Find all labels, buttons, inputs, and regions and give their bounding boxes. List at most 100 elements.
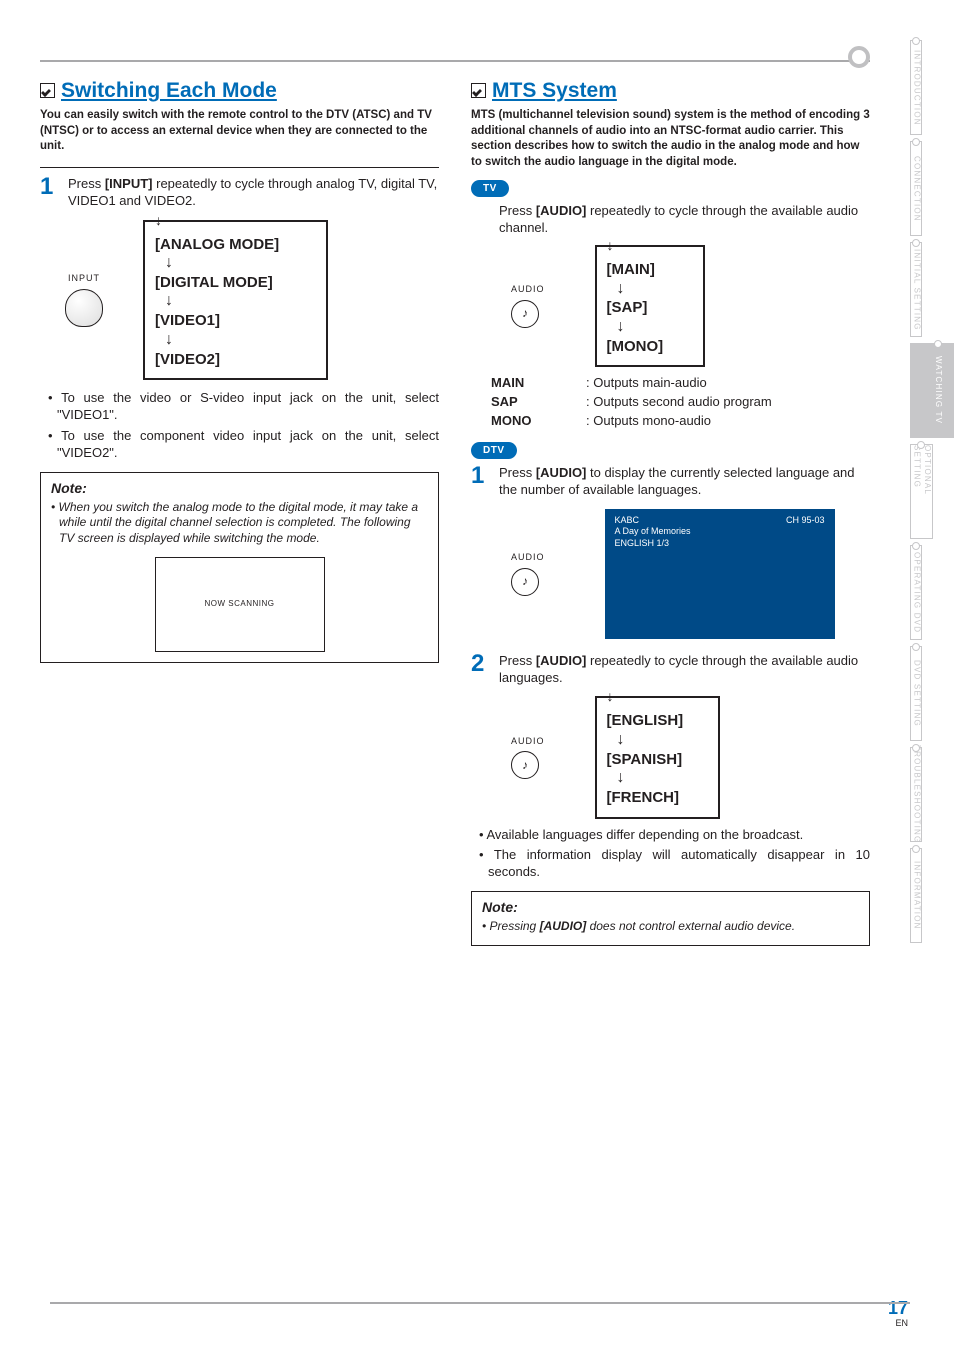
cycle-item: [SAP]	[607, 298, 693, 318]
page-lang: EN	[888, 1318, 908, 1330]
note-title: Note:	[482, 898, 859, 916]
side-tabs: INTRODUCTION CONNECTION INITIAL SETTING WAT…	[910, 40, 954, 949]
dtv-step-2: 2 Press [AUDIO] repeatedly to cycle thro…	[471, 653, 870, 687]
heading-mts: MTS System	[471, 77, 870, 104]
cycle-item: [MAIN]	[607, 260, 693, 280]
step-number: 1	[471, 465, 493, 499]
note-text: Pressing [AUDIO] does not control extern…	[482, 919, 859, 935]
note-text: When you switch the analog mode to the d…	[51, 500, 428, 547]
intro-text: You can easily switch with the remote co…	[40, 108, 439, 155]
arrow-down-icon: ↓	[165, 334, 316, 347]
input-button: INPUT	[65, 273, 103, 327]
audio-button: AUDIO ♪	[511, 552, 545, 596]
arrow-down-icon	[155, 211, 167, 223]
lang-bullet-list: Available languages differ depending on …	[479, 827, 870, 882]
lang-diagram: AUDIO ♪ [ENGLISH] ↓ [SPANISH] ↓ [FRENCH]	[511, 696, 870, 818]
input-button-label: INPUT	[65, 273, 103, 285]
side-tab[interactable]: CONNECTION	[910, 141, 922, 236]
side-tab[interactable]: DVD SETTING	[910, 646, 922, 741]
osd-line: A Day of Memories	[615, 526, 825, 538]
audio-button-label: AUDIO	[511, 736, 545, 748]
def-row: MAINOutputs main-audio	[491, 375, 870, 392]
arrow-down-icon: ↓	[165, 295, 316, 308]
mode-cycle: [ANALOG MODE] ↓ [DIGITAL MODE] ↓ [VIDEO1…	[143, 220, 328, 380]
scanning-text: NOW SCANNING	[205, 599, 275, 609]
dtv-pill: DTV	[471, 442, 517, 459]
cycle-item: [VIDEO2]	[155, 350, 316, 370]
cycle-item: [ENGLISH]	[607, 711, 708, 731]
bullet-item: To use the video or S-video input jack o…	[48, 390, 439, 424]
tv-cycle: [MAIN] ↓ [SAP] ↓ [MONO]	[595, 245, 705, 367]
side-tab[interactable]: INTRODUCTION	[910, 40, 922, 135]
step-number: 1	[40, 176, 62, 210]
bullet-item: The information display will automatical…	[479, 847, 870, 881]
heading-text: Switching Each Mode	[61, 77, 277, 104]
arrow-down-icon: ↓	[617, 772, 708, 785]
corner-decoration	[848, 46, 870, 68]
bullet-item: To use the component video input jack on…	[48, 428, 439, 462]
checkbox-icon	[40, 83, 55, 98]
arrow-down-icon	[607, 236, 619, 248]
right-column: MTS System MTS (multichannel television …	[471, 77, 870, 946]
audio-button: AUDIO ♪	[511, 284, 545, 328]
arrow-down-icon: ↓	[617, 321, 693, 334]
definitions: MAINOutputs main-audio SAPOutputs second…	[471, 375, 870, 430]
scanning-screen: NOW SCANNING	[155, 557, 325, 652]
arrow-down-icon	[607, 687, 619, 699]
tv-audio-diagram: AUDIO ♪ [MAIN] ↓ [SAP] ↓ [MONO]	[511, 245, 870, 367]
cycle-item: [SPANISH]	[607, 750, 708, 770]
audio-button: AUDIO ♪	[511, 736, 545, 780]
page-footer: 17 EN	[888, 1297, 908, 1330]
audio-button-label: AUDIO	[511, 552, 545, 564]
step-text: Press [AUDIO] repeatedly to cycle throug…	[499, 653, 870, 687]
def-row: MONOOutputs mono-audio	[491, 413, 870, 430]
side-tab[interactable]: OPERATING DVD	[910, 545, 922, 640]
step-text: Press [INPUT] repeatedly to cycle throug…	[68, 176, 439, 210]
side-tab[interactable]: OPTIONAL SETTING	[910, 444, 933, 539]
side-tab[interactable]: INFORMATION	[910, 848, 922, 943]
dtv-osd-diagram: AUDIO ♪ KABC A Day of Memories ENGLISH 1…	[511, 509, 870, 639]
side-tab[interactable]: TROUBLESHOOTING	[910, 747, 922, 842]
page-content: Switching Each Mode You can easily switc…	[40, 60, 870, 946]
checkbox-icon	[471, 83, 486, 98]
osd-line: ENGLISH 1/3	[615, 538, 825, 550]
arrow-down-icon: ↓	[617, 283, 693, 296]
lang-cycle: [ENGLISH] ↓ [SPANISH] ↓ [FRENCH]	[595, 696, 720, 818]
divider	[40, 167, 439, 168]
cycle-item: [MONO]	[607, 337, 693, 357]
left-column: Switching Each Mode You can easily switc…	[40, 77, 439, 946]
def-row: SAPOutputs second audio program	[491, 394, 870, 411]
note-title: Note:	[51, 479, 428, 497]
osd-channel: CH 95-03	[786, 515, 825, 527]
arrow-down-icon: ↓	[165, 257, 316, 270]
audio-button-icon: ♪	[511, 300, 539, 328]
heading-text: MTS System	[492, 77, 617, 104]
intro-text: MTS (multichannel television sound) syst…	[471, 108, 870, 170]
cycle-item: [VIDEO1]	[155, 311, 316, 331]
side-tab[interactable]: WATCHING TV	[910, 343, 954, 438]
cycle-item: [ANALOG MODE]	[155, 235, 316, 255]
tv-step-text: Press [AUDIO] repeatedly to cycle throug…	[471, 203, 870, 237]
osd-screen: KABC A Day of Memories ENGLISH 1/3 CH 95…	[605, 509, 835, 639]
input-diagram: INPUT [ANALOG MODE] ↓ [DIGITAL MODE] ↓ […	[65, 220, 439, 380]
page-number: 17	[888, 1298, 908, 1318]
step-number: 2	[471, 653, 493, 687]
note-box: Note: When you switch the analog mode to…	[40, 472, 439, 663]
audio-button-icon: ♪	[511, 751, 539, 779]
side-tab[interactable]: INITIAL SETTING	[910, 242, 922, 337]
cycle-item: [FRENCH]	[607, 788, 708, 808]
input-button-icon	[65, 289, 103, 327]
bullet-list: To use the video or S-video input jack o…	[48, 390, 439, 462]
bullet-item: Available languages differ depending on …	[479, 827, 870, 844]
arrow-down-icon: ↓	[617, 734, 708, 747]
step-1: 1 Press [INPUT] repeatedly to cycle thro…	[40, 176, 439, 210]
note-box: Note: Pressing [AUDIO] does not control …	[471, 891, 870, 946]
audio-button-icon: ♪	[511, 568, 539, 596]
heading-switching-mode: Switching Each Mode	[40, 77, 439, 104]
footer-rule	[50, 1302, 910, 1304]
step-text: Press [AUDIO] to display the currently s…	[499, 465, 870, 499]
cycle-item: [DIGITAL MODE]	[155, 273, 316, 293]
top-rule	[40, 60, 870, 62]
audio-button-label: AUDIO	[511, 284, 545, 296]
dtv-step-1: 1 Press [AUDIO] to display the currently…	[471, 465, 870, 499]
